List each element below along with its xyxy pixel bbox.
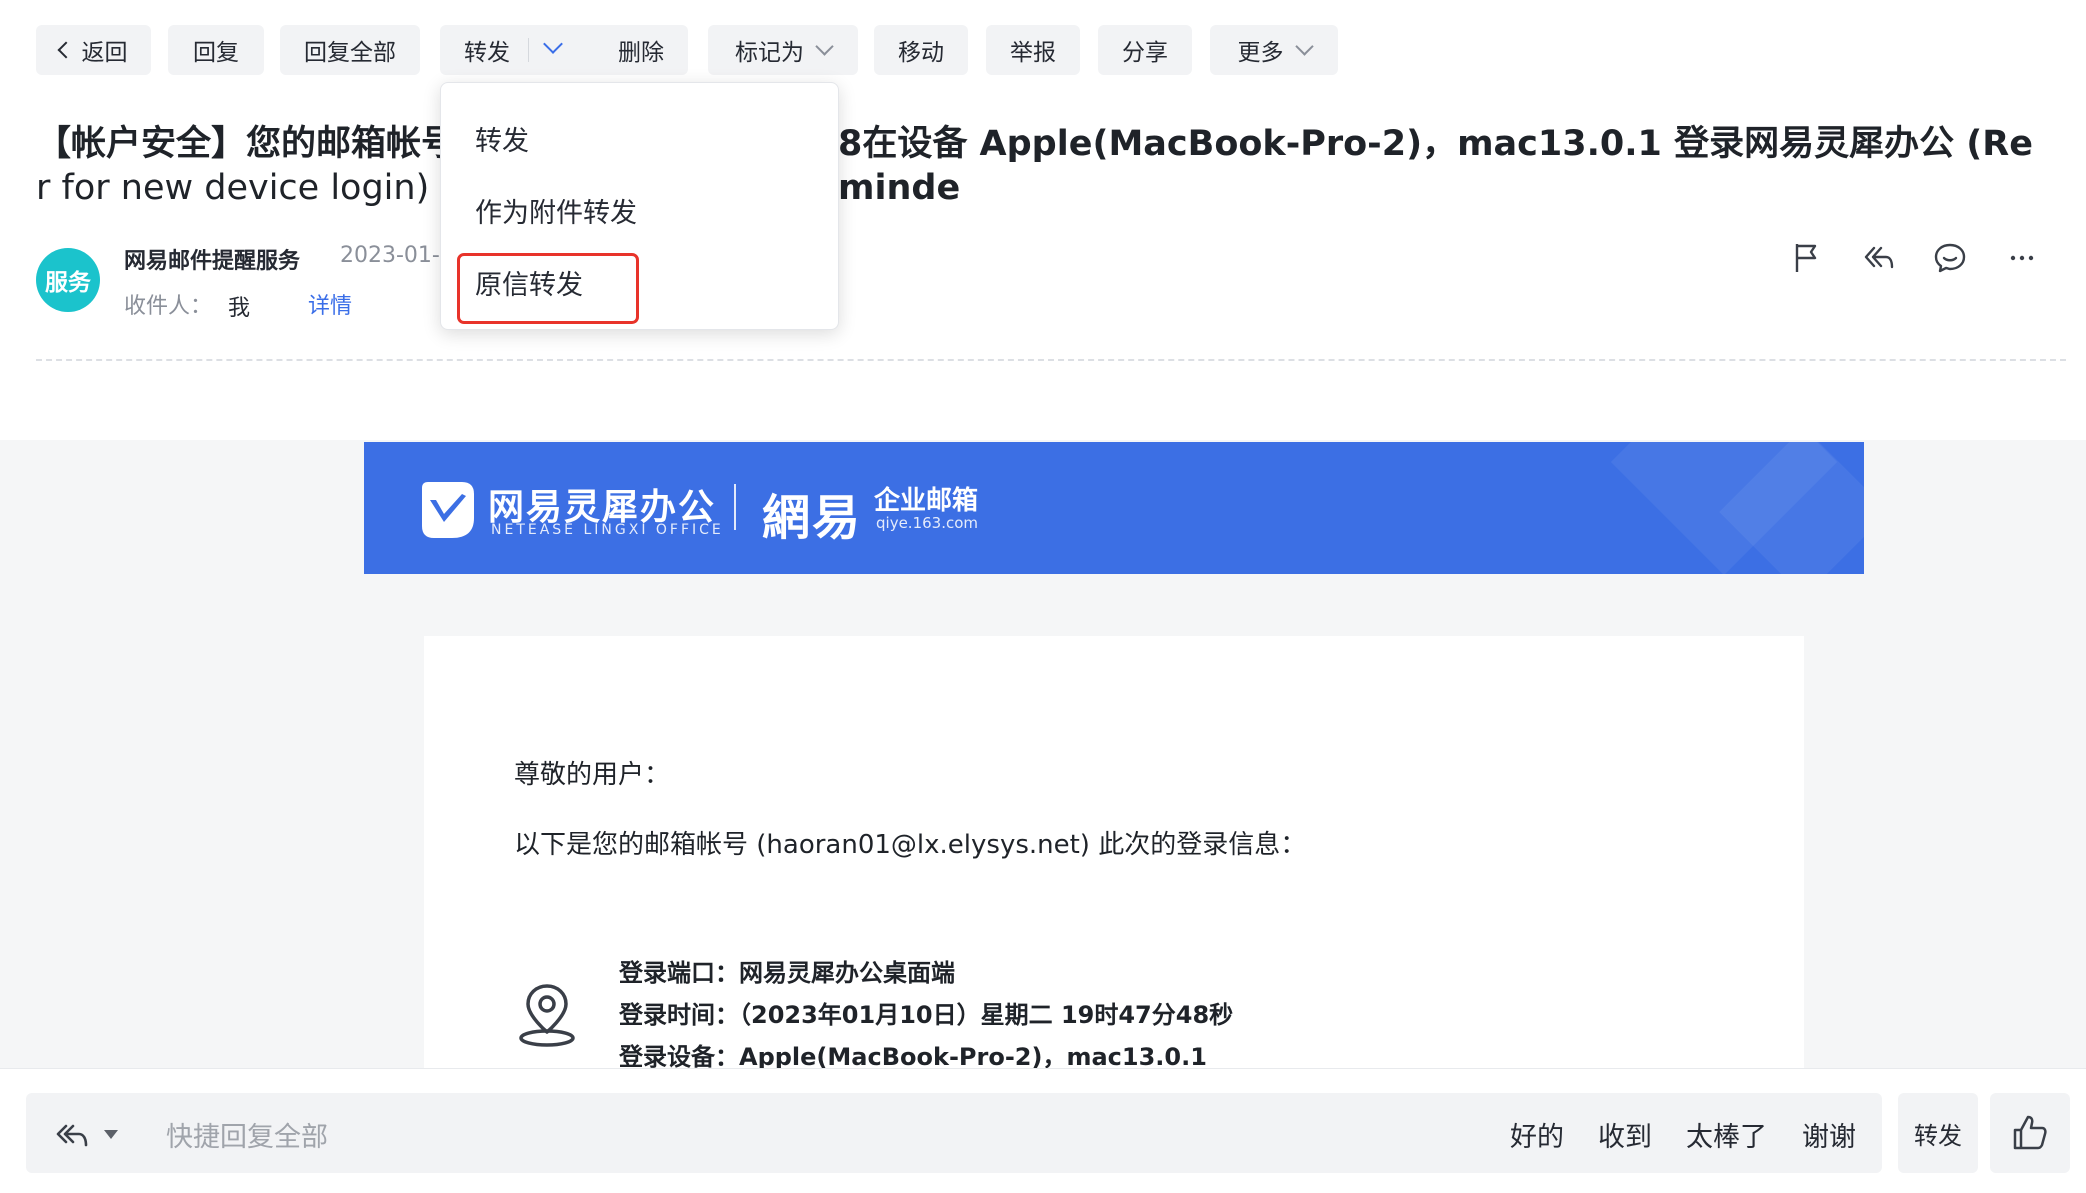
quick-reply-chip[interactable]: 好的 bbox=[1510, 1115, 1564, 1154]
chevron-left-icon bbox=[57, 41, 74, 59]
login-device: 登录设备：Apple(MacBook-Pro-2)，mac13.0.1 bbox=[619, 1043, 1207, 1071]
recipients-label: 收件人： bbox=[124, 294, 213, 319]
intro-text: 以下是您的邮箱帐号 (haoran01@lx.elysys.net) 此次的登录… bbox=[514, 830, 1307, 860]
share-button[interactable]: 分享 bbox=[1098, 25, 1192, 75]
menu-item-forward-as-attachment[interactable]: 作为附件转发 bbox=[475, 191, 637, 230]
more-button[interactable]: 更多 bbox=[1210, 25, 1338, 75]
recipient-name[interactable]: 我 bbox=[228, 290, 250, 322]
mail-content-card: 尊敬的用户： 以下是您的邮箱帐号 (haoran01@lx.elysys.net… bbox=[424, 636, 1804, 1071]
highlight-box bbox=[457, 253, 639, 324]
enterprise-mail-label: 企业邮箱 bbox=[874, 486, 979, 516]
delete-button[interactable]: 删除 bbox=[594, 25, 688, 75]
banner-separator bbox=[734, 484, 736, 530]
back-button[interactable]: 返回 bbox=[36, 25, 151, 75]
quick-forward-button[interactable]: 转发 bbox=[1898, 1093, 1978, 1173]
comment-icon[interactable] bbox=[1932, 240, 1968, 276]
quick-reply-bar: 快捷回复全部 好的 收到 太棒了 谢谢 转发 bbox=[0, 1068, 2086, 1193]
netease-logo-text: 網易 bbox=[762, 490, 863, 546]
thumbs-up-icon bbox=[2013, 1115, 2047, 1150]
quick-reply-input[interactable]: 快捷回复全部 好的 收到 太棒了 谢谢 bbox=[26, 1093, 1882, 1173]
mail-toolbar: 返回 回复 回复全部 转发 删除 标记为 移动 举报 分享 更多 bbox=[36, 25, 1338, 75]
quick-reply-chip[interactable]: 收到 bbox=[1598, 1115, 1652, 1154]
mail-action-icons bbox=[1788, 240, 2048, 280]
details-link[interactable]: 详情 bbox=[308, 288, 352, 320]
reply-all-icon[interactable] bbox=[1860, 240, 1896, 276]
quick-reply-chip[interactable]: 太棒了 bbox=[1686, 1115, 1767, 1154]
mail-subject: 【帐户安全】您的邮箱帐号 8在设备 Apple(MacBook-Pro-2)，m… bbox=[36, 124, 2033, 208]
enterprise-mail-url: qiye.163.com bbox=[876, 514, 978, 532]
move-button[interactable]: 移动 bbox=[874, 25, 968, 75]
chevron-down-icon bbox=[1294, 37, 1314, 56]
greeting-text: 尊敬的用户： bbox=[514, 760, 671, 790]
login-port: 登录端口：网易灵犀办公桌面端 bbox=[619, 959, 955, 987]
reply-all-icon[interactable] bbox=[52, 1117, 92, 1149]
login-time: 登录时间：（2023年01月10日）星期二 19时47分48秒 bbox=[619, 1001, 1234, 1029]
sender-name[interactable]: 网易邮件提醒服务 bbox=[124, 243, 300, 275]
header-divider bbox=[36, 359, 2066, 361]
split-divider bbox=[528, 38, 529, 62]
menu-item-forward[interactable]: 转发 bbox=[475, 119, 529, 158]
forward-dropdown-menu: 转发 作为附件转发 原信转发 bbox=[440, 82, 839, 330]
reply-button[interactable]: 回复 bbox=[168, 25, 264, 75]
avatar[interactable]: 服务 bbox=[36, 248, 100, 312]
lingxi-logo-icon bbox=[422, 482, 474, 538]
caret-down-icon[interactable] bbox=[104, 1130, 118, 1139]
mark-as-button[interactable]: 标记为 bbox=[708, 25, 858, 75]
flag-icon[interactable] bbox=[1788, 240, 1824, 276]
forward-button[interactable]: 转发 bbox=[440, 25, 614, 75]
chevron-down-icon[interactable] bbox=[543, 34, 563, 54]
brand-name-en: NETEASE LINGXI OFFICE bbox=[491, 522, 724, 538]
location-pin-icon bbox=[519, 984, 575, 1047]
chevron-down-icon bbox=[815, 37, 834, 56]
brand-banner: 网易灵犀办公 NETEASE LINGXI OFFICE 網易 企业邮箱 qiy… bbox=[364, 442, 1864, 574]
quick-reply-placeholder[interactable]: 快捷回复全部 bbox=[166, 1115, 328, 1154]
quick-reply-chip[interactable]: 谢谢 bbox=[1802, 1115, 1856, 1154]
mail-date: 2023-01- bbox=[340, 243, 440, 268]
reply-all-button[interactable]: 回复全部 bbox=[280, 25, 420, 75]
like-button[interactable] bbox=[1990, 1093, 2070, 1173]
more-icon[interactable] bbox=[2004, 240, 2040, 276]
report-button[interactable]: 举报 bbox=[986, 25, 1080, 75]
